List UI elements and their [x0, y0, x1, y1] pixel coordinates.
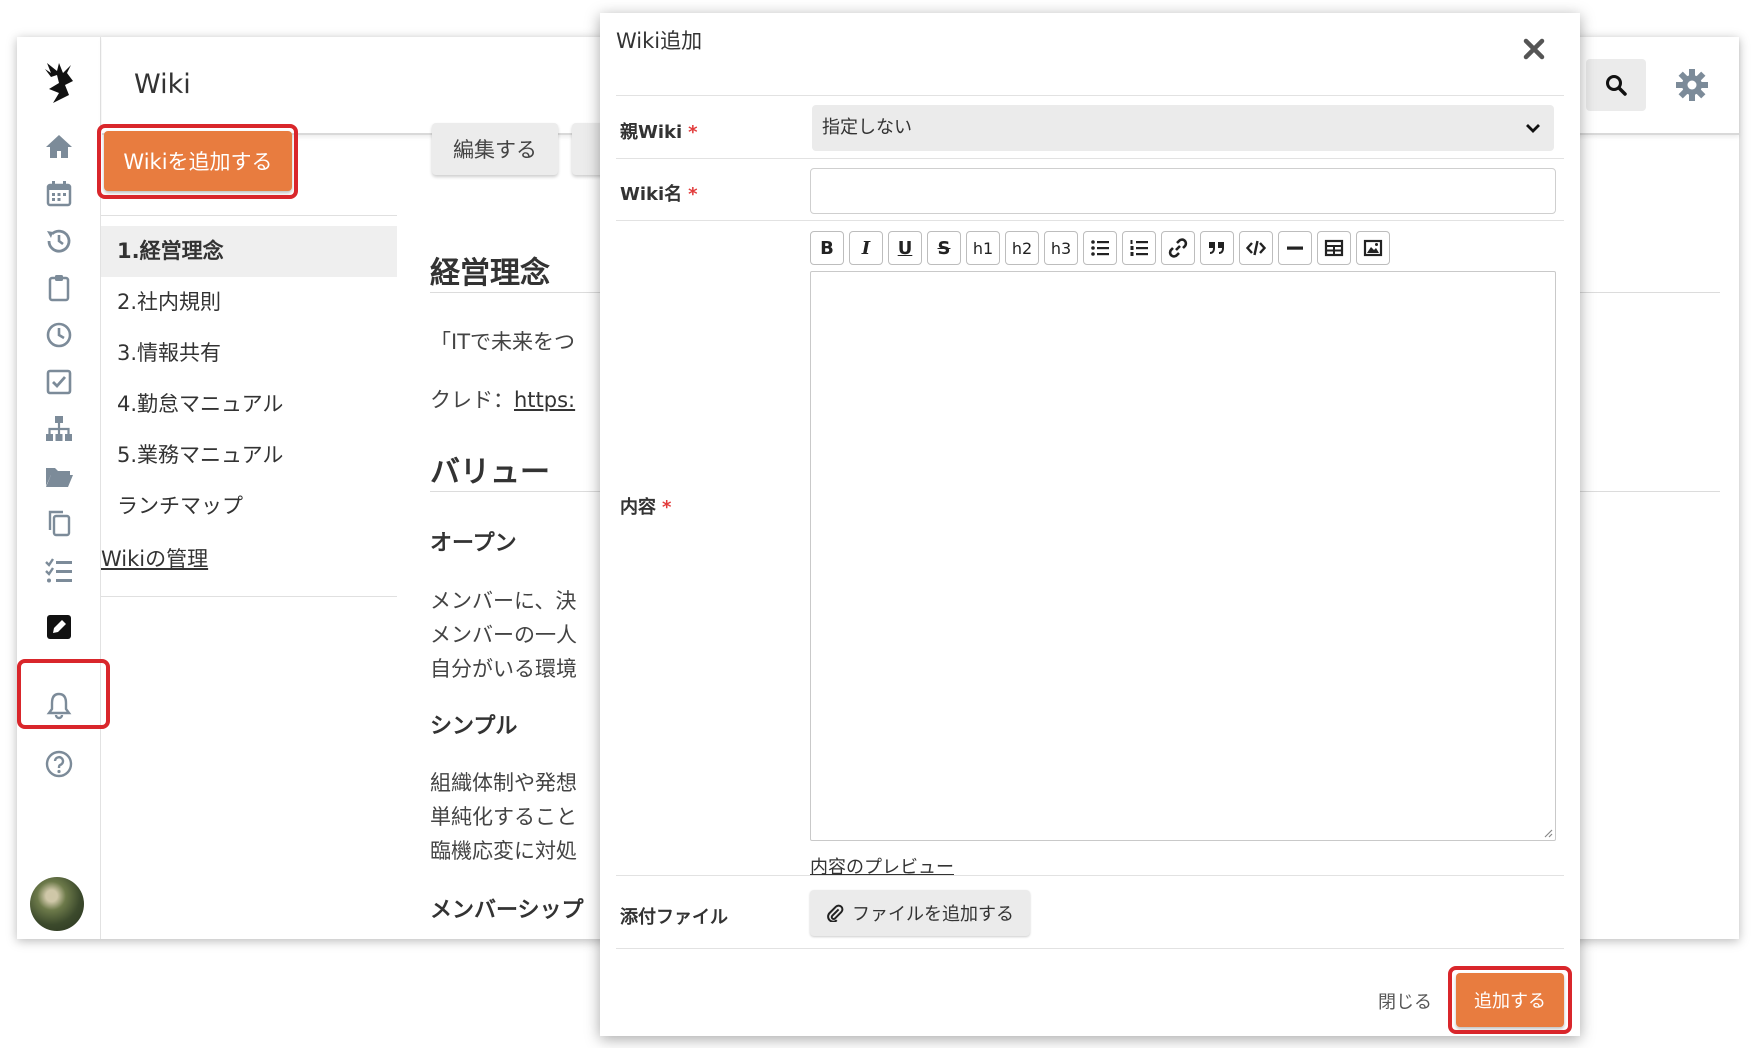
- checklist-icon[interactable]: [39, 550, 79, 590]
- history-icon[interactable]: [39, 221, 79, 261]
- editor-toolbar: B I U S h1 h2 h3: [810, 231, 1390, 265]
- bell-icon[interactable]: [39, 685, 79, 725]
- image-icon[interactable]: [1356, 231, 1390, 265]
- italic-button[interactable]: I: [849, 231, 883, 265]
- calendar-icon[interactable]: [39, 174, 79, 214]
- parent-wiki-value: 指定しない: [822, 117, 912, 138]
- h1-button[interactable]: h1: [966, 231, 1000, 265]
- wiki-nav-item[interactable]: 5.業務マニュアル: [101, 430, 397, 481]
- form-rule: [616, 158, 1564, 159]
- add-file-label: ファイルを追加する: [852, 904, 1014, 925]
- bullet-list-icon[interactable]: [1083, 231, 1117, 265]
- edit-square-icon[interactable]: [39, 607, 79, 647]
- org-chart-icon[interactable]: [39, 409, 79, 449]
- avatar[interactable]: [30, 877, 84, 931]
- modal-footer-rule: [616, 948, 1564, 949]
- underline-button[interactable]: U: [888, 231, 922, 265]
- wiki-nav-item[interactable]: 2.社内規則: [101, 277, 397, 328]
- resize-handle-icon[interactable]: [1543, 828, 1553, 838]
- quote-icon[interactable]: [1200, 231, 1234, 265]
- folder-open-icon[interactable]: [39, 456, 79, 496]
- clock-icon[interactable]: [39, 315, 79, 355]
- search-icon: [1606, 75, 1627, 96]
- help-circle-icon[interactable]: [39, 744, 79, 784]
- chevron-down-icon: [1526, 124, 1540, 133]
- form-rule: [616, 220, 1564, 221]
- content-label: 内容 *: [620, 497, 672, 518]
- h3-button[interactable]: h3: [1044, 231, 1078, 265]
- add-file-button[interactable]: ファイルを追加する: [810, 890, 1030, 936]
- edit-button[interactable]: 編集する: [432, 123, 558, 175]
- nav-divider: [101, 215, 397, 216]
- logo-icon[interactable]: [37, 59, 81, 107]
- parent-wiki-label: 親Wiki *: [620, 122, 698, 143]
- wiki-name-input[interactable]: [810, 168, 1556, 214]
- attachment-label: 添付ファイル: [620, 907, 728, 928]
- search-button[interactable]: [1586, 59, 1646, 111]
- code-icon[interactable]: [1239, 231, 1273, 265]
- h2-button[interactable]: h2: [1005, 231, 1039, 265]
- numbered-list-icon[interactable]: [1122, 231, 1156, 265]
- modal-title: Wiki追加: [616, 29, 703, 53]
- add-wiki-modal: Wiki追加 親Wiki * 指定しない Wiki名 * B I U S h1 h2…: [600, 13, 1580, 1036]
- modal-header-rule: [616, 95, 1564, 96]
- wiki-nav-item[interactable]: 1.経営理念: [101, 226, 397, 277]
- page-title: Wiki: [134, 69, 191, 100]
- wiki-nav: 1.経営理念 2.社内規則 3.情報共有 4.勤怠マニュアル 5.業務マニュアル…: [101, 226, 397, 532]
- table-icon[interactable]: [1317, 231, 1351, 265]
- form-rule: [616, 875, 1564, 876]
- copy-icon[interactable]: [39, 503, 79, 543]
- clipboard-icon[interactable]: [39, 268, 79, 308]
- credit-prefix: クレド：: [430, 388, 514, 412]
- checkbox-icon[interactable]: [39, 362, 79, 402]
- gear-icon[interactable]: [1672, 65, 1712, 105]
- nav-divider-bottom: [101, 596, 397, 597]
- bold-button[interactable]: B: [810, 231, 844, 265]
- wiki-nav-item[interactable]: 3.情報共有: [101, 328, 397, 379]
- close-button[interactable]: 閉じる: [1378, 988, 1432, 1014]
- wiki-nav-item[interactable]: ランチマップ: [101, 481, 397, 532]
- close-icon[interactable]: [1520, 35, 1548, 63]
- paperclip-icon: [827, 904, 844, 922]
- home-icon[interactable]: [39, 127, 79, 167]
- parent-wiki-select[interactable]: 指定しない: [812, 105, 1554, 151]
- wiki-manage-link[interactable]: Wikiの管理: [101, 543, 208, 573]
- credit-link[interactable]: https:: [514, 388, 575, 412]
- add-wiki-highlight: [97, 124, 298, 199]
- content-textarea[interactable]: [810, 271, 1556, 841]
- sidebar: [17, 37, 110, 939]
- link-icon[interactable]: [1161, 231, 1195, 265]
- strikethrough-button[interactable]: S: [927, 231, 961, 265]
- horizontal-rule-icon[interactable]: [1278, 231, 1312, 265]
- wiki-nav-item[interactable]: 4.勤怠マニュアル: [101, 379, 397, 430]
- wiki-name-label: Wiki名 *: [620, 184, 698, 205]
- submit-highlight: [1448, 966, 1572, 1034]
